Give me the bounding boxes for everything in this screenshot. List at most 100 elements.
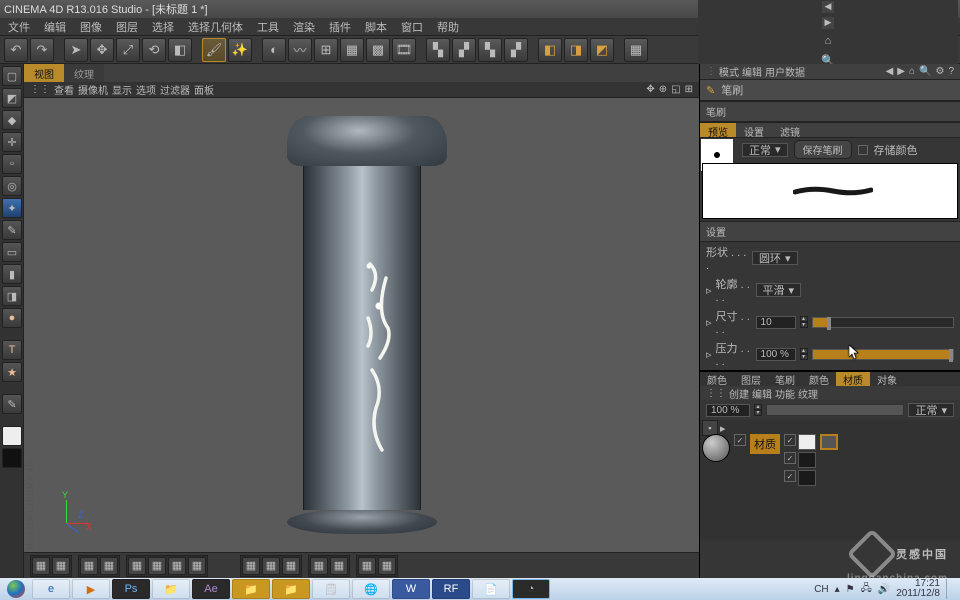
- mask-thumb-1[interactable]: [820, 434, 838, 450]
- brush-tab-preview[interactable]: 预览: [700, 123, 736, 137]
- bicon-12[interactable]: ▦: [310, 557, 328, 575]
- cube-3-button[interactable]: ◩: [590, 38, 614, 62]
- opacity-slider[interactable]: [766, 404, 904, 416]
- bicon-1[interactable]: ▦: [32, 557, 50, 575]
- checker-1-button[interactable]: ▚: [426, 38, 450, 62]
- cube-icon[interactable]: ▢: [2, 66, 22, 86]
- color-fg-icon[interactable]: [2, 426, 22, 446]
- star-icon[interactable]: ★: [2, 362, 22, 382]
- marquee-icon[interactable]: ▭: [2, 242, 22, 262]
- bucket-icon[interactable]: ▮: [2, 264, 22, 284]
- cube-edit-icon[interactable]: ◩: [2, 88, 22, 108]
- bicon-8[interactable]: ▦: [188, 557, 206, 575]
- axis-icon[interactable]: ✛: [2, 132, 22, 152]
- menu-layer[interactable]: 图层: [110, 18, 144, 36]
- brush-menu-edit[interactable]: 编辑: [742, 64, 762, 79]
- mat-tab-3[interactable]: 颜色: [802, 372, 836, 386]
- cube-2-button[interactable]: ◨: [564, 38, 588, 62]
- profile-dropdown[interactable]: 平滑▾: [756, 283, 802, 297]
- bicon-14[interactable]: ▦: [358, 557, 376, 575]
- brush-mode-dropdown[interactable]: 正常▾: [742, 143, 788, 157]
- start-button[interactable]: [2, 579, 30, 599]
- sublayer-2-thumb[interactable]: [798, 452, 816, 468]
- menu-window[interactable]: 窗口: [395, 18, 429, 36]
- nav-back-button[interactable]: ◀: [822, 1, 834, 13]
- clone-tool-button[interactable]: ⊞: [314, 38, 338, 62]
- smudge-tool-button[interactable]: 〰: [288, 38, 312, 62]
- menu-help[interactable]: 帮助: [431, 18, 465, 36]
- menu-file[interactable]: 文件: [2, 18, 36, 36]
- task-explorer[interactable]: 📁: [152, 579, 190, 599]
- size-spinner[interactable]: ▴▾: [800, 316, 808, 328]
- pressure-input[interactable]: 100 %: [756, 348, 796, 361]
- gradient-icon[interactable]: ◨: [2, 286, 22, 306]
- show-desktop-button[interactable]: [946, 579, 954, 599]
- sublayer-3-thumb[interactable]: [798, 470, 816, 486]
- checker-4-button[interactable]: ▞: [504, 38, 528, 62]
- checker-2-button[interactable]: ▞: [452, 38, 476, 62]
- panel-help-icon[interactable]: ?: [948, 66, 954, 77]
- menu-tools[interactable]: 工具: [251, 18, 285, 36]
- menu-edit[interactable]: 编辑: [38, 18, 72, 36]
- bicon-13[interactable]: ▦: [330, 557, 348, 575]
- shape-dropdown[interactable]: 圆环▾: [752, 251, 798, 265]
- bicon-10[interactable]: ▦: [262, 557, 280, 575]
- checker-3-button[interactable]: ▚: [478, 38, 502, 62]
- poly-icon[interactable]: ◆: [2, 110, 22, 130]
- panel-gear-icon[interactable]: ⚙: [935, 66, 944, 77]
- scale-tool-button[interactable]: ⤢: [116, 38, 140, 62]
- cube-1-button[interactable]: ◧: [538, 38, 562, 62]
- nav-fwd-button[interactable]: ▶: [822, 17, 834, 29]
- menu-render[interactable]: 渲染: [287, 18, 321, 36]
- eyedropper-icon[interactable]: ✎: [2, 220, 22, 240]
- material-thumb[interactable]: [702, 434, 730, 462]
- vp-menu-display[interactable]: 显示: [112, 82, 132, 97]
- task-aftereffects[interactable]: Ae: [192, 579, 230, 599]
- size-slider[interactable]: [812, 317, 954, 328]
- mat-menu-edit[interactable]: 编辑: [752, 386, 772, 401]
- task-browser[interactable]: 🌐: [352, 579, 390, 599]
- mat-tab-0[interactable]: 颜色: [700, 372, 734, 386]
- size-expand-icon[interactable]: ▹: [706, 316, 712, 329]
- tray-flag-icon[interactable]: ⚑: [846, 584, 855, 595]
- color-bg-icon[interactable]: [2, 448, 22, 468]
- bicon-6[interactable]: ▦: [148, 557, 166, 575]
- mat-menu-texture[interactable]: 纹理: [798, 386, 818, 401]
- save-brush-button[interactable]: 保存笔刷: [794, 140, 852, 159]
- bicon-2[interactable]: ▦: [52, 557, 70, 575]
- bicon-15[interactable]: ▦: [378, 557, 396, 575]
- text-icon[interactable]: T: [2, 340, 22, 360]
- taskbar-clock[interactable]: 17:21 2011/12/8: [896, 579, 940, 599]
- ime-indicator[interactable]: CH: [814, 584, 828, 595]
- mat-tab-5[interactable]: 对象: [870, 372, 904, 386]
- vp-nav-orbit-icon[interactable]: ✥: [646, 84, 654, 95]
- pressure-slider[interactable]: [812, 349, 954, 360]
- blend-dropdown[interactable]: 正常▾: [908, 403, 954, 417]
- undo-button[interactable]: ↶: [4, 38, 28, 62]
- vp-menu-camera[interactable]: 摄像机: [78, 82, 108, 97]
- move-tool-button[interactable]: ✥: [90, 38, 114, 62]
- film-tool-button[interactable]: 🎞: [392, 38, 416, 62]
- task-cinema4d[interactable]: ◔: [512, 579, 550, 599]
- nav-up-icon[interactable]: ⌂: [820, 33, 836, 49]
- last-tool-button[interactable]: ◧: [168, 38, 192, 62]
- tray-volume-icon[interactable]: 🔊: [878, 584, 890, 595]
- brush-menu-mode[interactable]: 模式: [719, 64, 739, 79]
- uv-tool-button[interactable]: ▩: [366, 38, 390, 62]
- mat-tab-2[interactable]: 笔刷: [768, 372, 802, 386]
- brush-tool-button[interactable]: 🖌: [202, 38, 226, 62]
- brush-tab-filter[interactable]: 滤镜: [772, 123, 808, 137]
- task-folder-1[interactable]: 📁: [232, 579, 270, 599]
- viewport-tab-texture[interactable]: 纹理: [64, 64, 104, 82]
- viewport-tab-view[interactable]: 视图: [24, 64, 64, 82]
- bicon-7[interactable]: ▦: [168, 557, 186, 575]
- panel-up-icon[interactable]: ⌂: [909, 66, 915, 77]
- menu-select-geometry[interactable]: 选择几何体: [182, 18, 249, 36]
- vp-menu-view[interactable]: 查看: [54, 82, 74, 97]
- vp-menu-options[interactable]: 选项: [136, 82, 156, 97]
- menu-select[interactable]: 选择: [146, 18, 180, 36]
- mat-menu-create[interactable]: 创建: [729, 386, 749, 401]
- blob-icon[interactable]: ●: [2, 308, 22, 328]
- bicon-3[interactable]: ▦: [80, 557, 98, 575]
- vp-menu-filter[interactable]: 过滤器: [160, 82, 190, 97]
